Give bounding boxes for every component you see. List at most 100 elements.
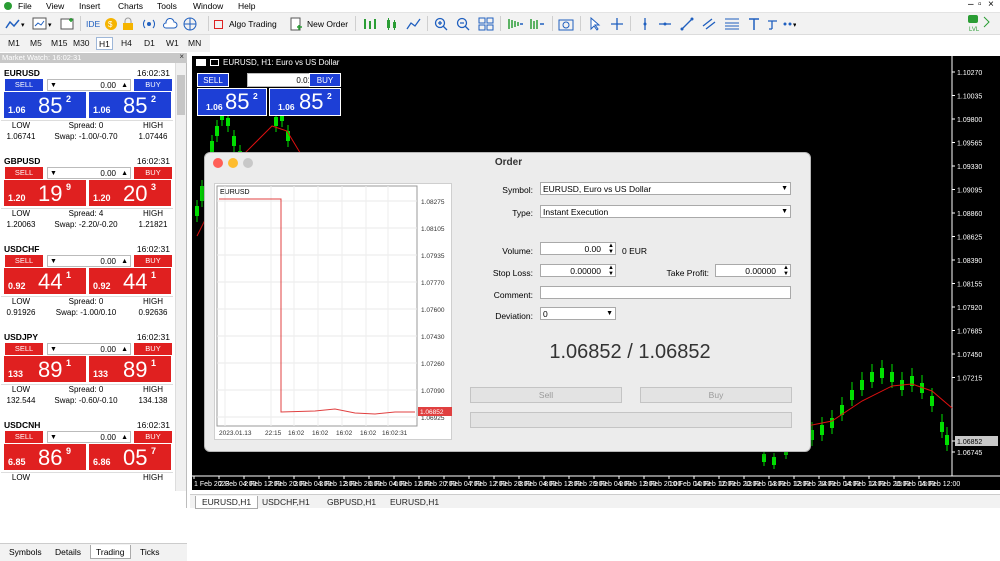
crosshair-icon[interactable] — [610, 15, 624, 33]
line-chart-icon[interactable] — [406, 15, 422, 33]
tf-m1[interactable]: M1 — [6, 37, 22, 50]
menu-help[interactable]: Help — [238, 1, 255, 11]
bid-price-box[interactable]: 0.92 44 1 — [3, 267, 87, 295]
market-watch-scrollbar[interactable] — [175, 63, 186, 491]
buy-button[interactable]: BUY — [134, 255, 172, 267]
tile-windows-icon[interactable] — [478, 15, 494, 33]
minimize-icon[interactable]: – — [968, 0, 974, 10]
spin-up-icon[interactable]: ▲ — [121, 168, 128, 179]
algo-trading-button[interactable]: Algo Trading — [214, 15, 277, 33]
type-select[interactable]: Instant Execution ▼ — [540, 205, 791, 218]
lot-input[interactable]: ▼ 0.00 ▲ — [47, 79, 131, 91]
tab-ticks[interactable]: Ticks — [135, 545, 165, 559]
lot-input[interactable]: ▼ 0.00 ▲ — [47, 255, 131, 267]
tf-m15[interactable]: M15 — [49, 37, 70, 50]
chart-tab-usdchf[interactable]: USDCHF,H1 — [256, 496, 316, 509]
menu-charts[interactable]: Charts — [118, 1, 143, 11]
spinner-icon[interactable]: ▲ ▼ — [783, 265, 789, 277]
sell-button[interactable]: SELL — [5, 431, 43, 443]
scrollbar-thumb[interactable] — [177, 75, 185, 115]
ide-button[interactable]: IDE — [86, 15, 100, 33]
menu-file[interactable]: File — [18, 1, 32, 11]
sell-button[interactable]: SELL — [5, 343, 43, 355]
chart-menu-icon[interactable] — [196, 59, 206, 66]
chart-ask-box[interactable]: 1.06 85 2 — [269, 88, 341, 116]
zoom-in-icon[interactable] — [434, 15, 450, 33]
cloud-icon[interactable] — [162, 15, 178, 33]
autoscroll-icon[interactable] — [506, 15, 524, 33]
spin-up-icon[interactable]: ▲ — [121, 80, 128, 91]
tf-m30[interactable]: M30 — [71, 37, 92, 50]
spinner-icon[interactable]: ▲ ▼ — [608, 265, 614, 277]
chart-sell-button[interactable]: SELL — [197, 73, 229, 87]
chart-tab-eurusd-2[interactable]: EURUSD,H1 — [384, 496, 445, 509]
spin-down-icon[interactable]: ▼ — [50, 344, 57, 355]
menu-window[interactable]: Window — [193, 1, 223, 11]
spin-down-icon[interactable]: ▼ — [50, 80, 57, 91]
buy-button[interactable]: BUY — [134, 431, 172, 443]
depth-of-market-icon[interactable] — [362, 15, 380, 33]
trendline-icon[interactable] — [680, 15, 694, 33]
candle-chart-icon[interactable] — [384, 15, 400, 33]
deviation-select[interactable]: 0 ▼ — [540, 307, 616, 320]
tab-symbols[interactable]: Symbols — [4, 545, 47, 559]
sell-button[interactable]: SELL — [5, 167, 43, 179]
buy-button[interactable]: BUY — [134, 79, 172, 91]
template-icon[interactable]: ▾ — [32, 15, 56, 33]
take-profit-input[interactable]: 0.00000 ▲ ▼ — [715, 264, 791, 277]
bid-price-box[interactable]: 6.85 86 9 — [3, 443, 87, 471]
market-icon[interactable]: $ — [104, 15, 118, 33]
stop-loss-input[interactable]: 0.00000 ▲ ▼ — [540, 264, 616, 277]
account-icon[interactable]: LVL — [962, 15, 996, 33]
chart-bid-box[interactable]: 1.06 85 2 — [197, 88, 267, 116]
symbol-select[interactable]: EURUSD, Euro vs US Dollar ▼ — [540, 182, 791, 195]
ask-price-box[interactable]: 6.86 05 7 — [88, 443, 172, 471]
bid-price-box[interactable]: 1.20 19 9 — [3, 179, 87, 207]
tab-trading[interactable]: Trading — [90, 545, 131, 559]
tf-h1[interactable]: H1 — [96, 37, 113, 50]
close-icon[interactable]: × — [179, 52, 184, 62]
comment-input[interactable] — [540, 286, 791, 299]
text-tool-icon[interactable] — [748, 15, 760, 33]
lot-input[interactable]: ▼ 0.00 ▲ — [47, 431, 131, 443]
bid-price-box[interactable]: 133 89 1 — [3, 355, 87, 383]
spin-up-icon[interactable]: ▲ — [121, 256, 128, 267]
signals-icon[interactable] — [142, 15, 156, 33]
lot-input[interactable]: ▼ 0.00 ▲ — [47, 167, 131, 179]
spin-up-icon[interactable]: ▲ — [121, 432, 128, 443]
tf-h4[interactable]: H4 — [119, 37, 134, 50]
zoom-out-icon[interactable] — [456, 15, 472, 33]
chart-tab-gbpusd[interactable]: GBPUSD,H1 — [321, 496, 382, 509]
buy-button[interactable]: BUY — [134, 167, 172, 179]
new-order-button[interactable]: New Order — [289, 15, 348, 33]
buy-button[interactable]: BUY — [134, 343, 172, 355]
buy-button[interactable]: Buy — [640, 387, 792, 403]
volume-input[interactable]: 0.00 ▲ ▼ — [540, 242, 616, 255]
chart-buy-button[interactable]: BUY — [309, 73, 341, 87]
tf-mn[interactable]: MN — [186, 37, 203, 50]
ask-price-box[interactable]: 0.92 44 1 — [88, 267, 172, 295]
sell-button[interactable]: SELL — [5, 79, 43, 91]
sell-button[interactable]: Sell — [470, 387, 622, 403]
menu-insert[interactable]: Insert — [79, 1, 100, 11]
spinner-icon[interactable]: ▲ ▼ — [608, 243, 614, 255]
tf-w1[interactable]: W1 — [164, 37, 181, 50]
sell-button[interactable]: SELL — [5, 255, 43, 267]
ask-price-box[interactable]: 1.06 85 2 — [88, 91, 172, 119]
lock-icon[interactable] — [122, 15, 134, 33]
chart-shift-icon[interactable] — [528, 15, 546, 33]
screenshot-icon[interactable] — [558, 15, 574, 33]
chart-tab-eurusd[interactable]: EURUSD,H1 — [195, 496, 259, 509]
vps-icon[interactable] — [182, 15, 198, 33]
restore-icon[interactable]: ▫ — [978, 0, 982, 10]
spin-down-icon[interactable]: ▼ — [50, 168, 57, 179]
spin-up-icon[interactable]: ▲ — [121, 344, 128, 355]
tf-d1[interactable]: D1 — [142, 37, 157, 50]
shapes-icon[interactable]: ▾ — [766, 15, 796, 33]
new-chart-icon[interactable] — [60, 15, 76, 33]
channel-icon[interactable] — [702, 15, 716, 33]
menu-view[interactable]: View — [46, 1, 64, 11]
cursor-icon[interactable] — [588, 15, 602, 33]
tab-details[interactable]: Details — [50, 545, 86, 559]
menu-tools[interactable]: Tools — [157, 1, 177, 11]
